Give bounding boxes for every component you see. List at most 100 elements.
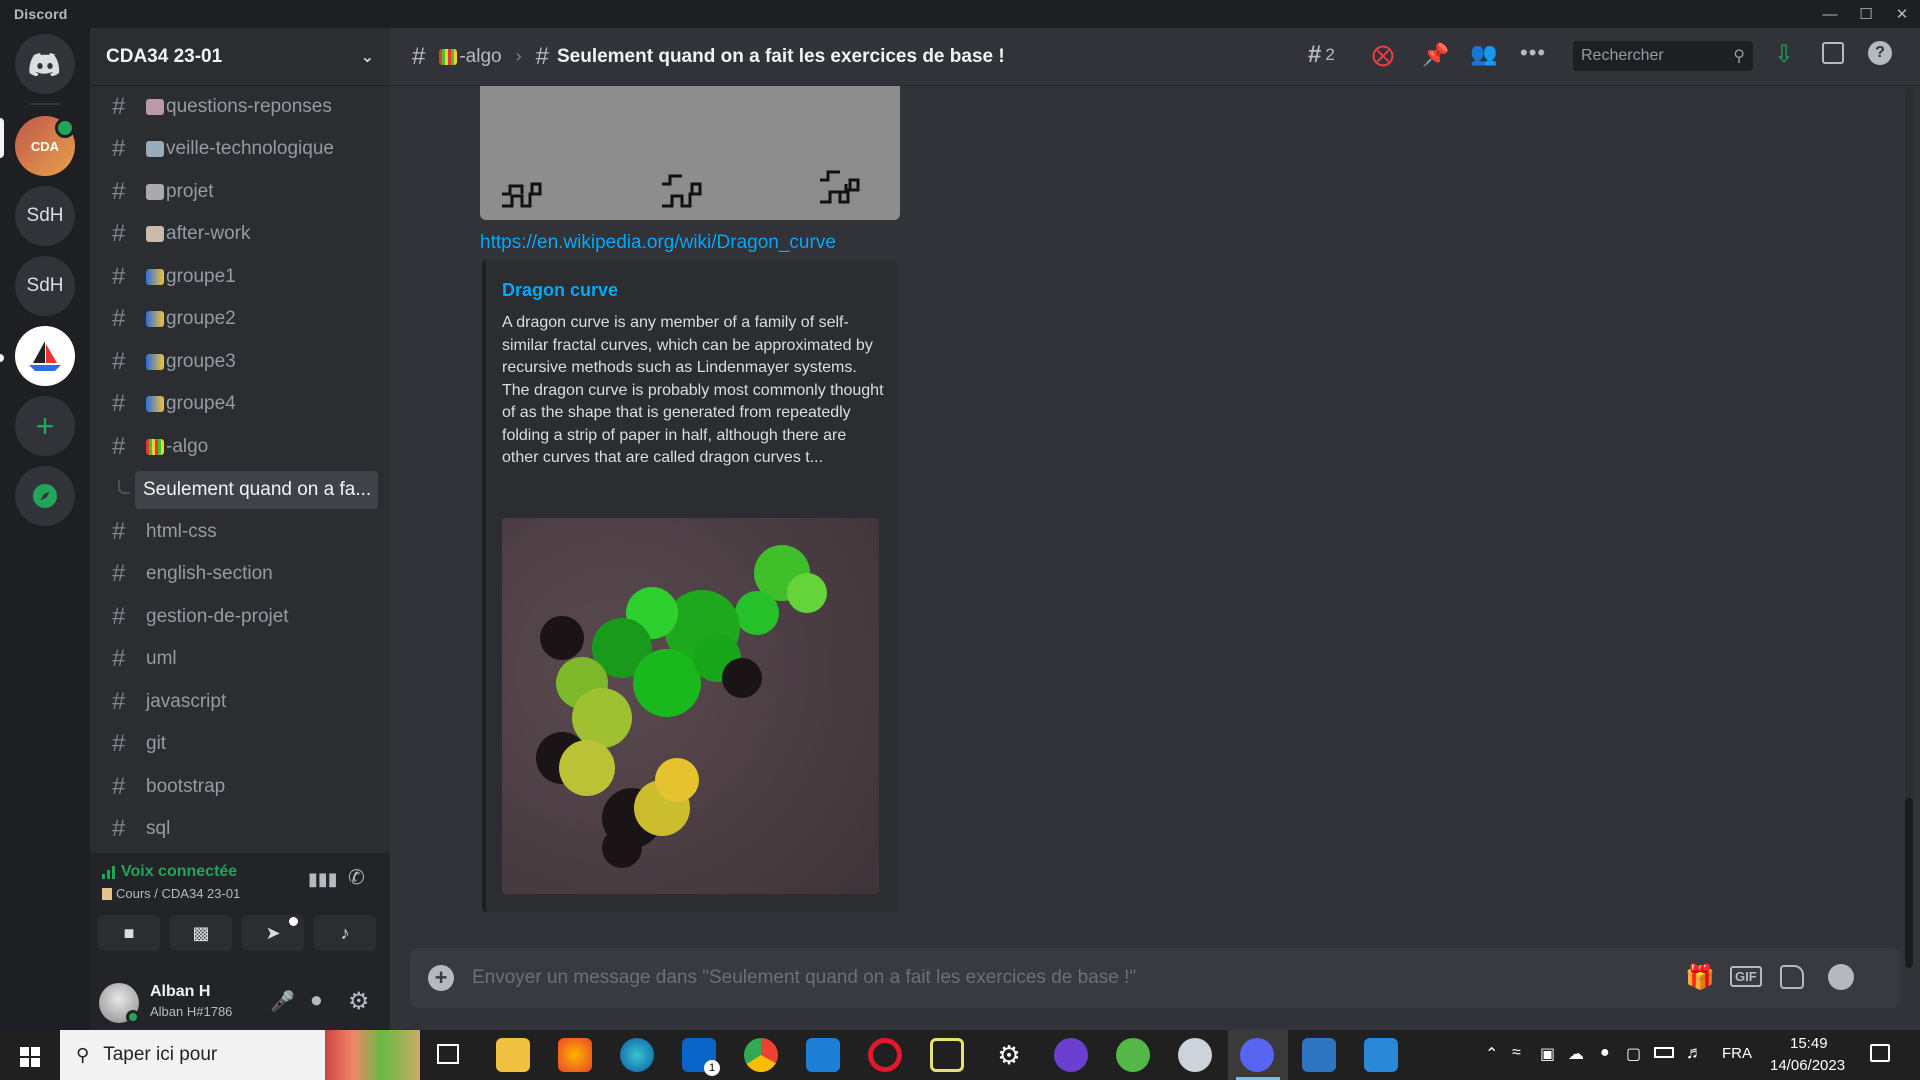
message-composer[interactable]: + Envoyer un message dans "Seulement qua… (410, 948, 1900, 1008)
channel-questions-reponses[interactable]: # questions-reponses (102, 88, 388, 126)
task-view-icon[interactable] (437, 1044, 459, 1064)
windows-start-icon[interactable] (20, 1047, 40, 1067)
channel-bootstrap[interactable]: # bootstrap (102, 768, 388, 806)
help-icon[interactable]: ? (1868, 41, 1892, 65)
message-input[interactable]: Envoyer un message dans "Seulement quand… (472, 967, 1136, 989)
minimize-button[interactable]: — (1812, 0, 1848, 28)
server-icon-boat[interactable] (15, 326, 75, 386)
dragon-curve-image[interactable] (502, 518, 879, 894)
microphone-icon[interactable]: 🎤 (270, 989, 295, 1014)
app-icon[interactable] (930, 1038, 964, 1072)
headphones-icon[interactable]: ⚫ (308, 989, 325, 1014)
screen-share-button[interactable]: ▩ (170, 915, 232, 951)
channel-groupe3[interactable]: # groupe3 (102, 343, 388, 381)
channel-groupe2[interactable]: # groupe2 (102, 300, 388, 338)
close-button[interactable]: ✕ (1884, 0, 1920, 28)
maximize-button[interactable]: ☐ (1848, 0, 1884, 28)
threads-button[interactable]: # 2 (1308, 41, 1335, 69)
dragon-sequence-image[interactable] (480, 86, 900, 220)
explore-icon[interactable] (15, 466, 75, 526)
channel-sidebar: CDA34 23-01 ⌄ # questions-reponses # veill… (90, 28, 390, 1030)
show-hidden-icons[interactable]: ⌃ (1485, 1044, 1498, 1064)
taskbar-search-input[interactable]: ⚲ Taper ici pour (60, 1030, 420, 1080)
server-icon-sdh[interactable]: SdH (15, 186, 75, 246)
notifications-icon[interactable] (1870, 1044, 1890, 1062)
soundboard-button[interactable]: ♪ (314, 915, 376, 951)
edge-icon[interactable] (620, 1038, 654, 1072)
gift-icon[interactable]: 🎁 (1685, 963, 1715, 992)
add-server-icon[interactable]: + (15, 396, 75, 456)
channel-sql[interactable]: # sql (102, 810, 388, 848)
vscode-icon[interactable] (806, 1038, 840, 1072)
opera-icon[interactable] (868, 1038, 902, 1072)
signal-icon[interactable] (102, 865, 115, 879)
channel-git[interactable]: # git (102, 725, 388, 763)
clock-time[interactable]: 15:49 (1790, 1035, 1828, 1052)
voice-status-panel: Voix connectée Cours / CDA34 23-01 ▮▮▮ ✆ (90, 853, 390, 973)
channel-projet[interactable]: # projet (102, 173, 388, 211)
server-list: CDA SdH SdH + (0, 28, 90, 1030)
disconnect-icon[interactable]: ✆ (348, 865, 365, 890)
voice-channel-link[interactable]: Cours / CDA34 23-01 (116, 886, 240, 901)
channel-uml[interactable]: # uml (102, 640, 388, 678)
mail-icon[interactable]: 1 (682, 1038, 720, 1076)
volume-icon[interactable]: ♬ (1686, 1043, 1703, 1063)
channel-after-work[interactable]: # after-work (102, 215, 388, 253)
scrollbar-thumb[interactable] (1905, 798, 1913, 968)
photos-icon[interactable] (1364, 1038, 1398, 1072)
discord-home-icon[interactable] (15, 34, 75, 94)
search-input[interactable]: Rechercher ⚲ (1573, 41, 1753, 71)
channel-html-css[interactable]: # html-css (102, 513, 388, 551)
download-icon[interactable]: ⇩ (1774, 40, 1794, 69)
chrome-icon[interactable] (744, 1038, 778, 1072)
channel-groupe4[interactable]: # groupe4 (102, 385, 388, 423)
firefox-icon[interactable] (558, 1038, 592, 1072)
noise-suppression-icon[interactable]: ▮▮▮ (308, 869, 338, 890)
channel-veille-technologique[interactable]: # veille-technologique (102, 130, 388, 168)
hashtag-icon: # (112, 603, 126, 630)
emoji-icon[interactable] (1828, 964, 1854, 990)
scrollbar[interactable] (1905, 88, 1913, 968)
app-icon-3[interactable] (1302, 1038, 1336, 1072)
clock-date[interactable]: 14/06/2023 (1770, 1057, 1845, 1074)
camera-button[interactable]: ■ (98, 915, 160, 951)
pin-icon[interactable]: 📌 (1422, 42, 1449, 68)
microphone-tray-icon[interactable]: ● (1600, 1044, 1610, 1062)
embed-title[interactable]: Dragon curve (502, 280, 618, 301)
language-indicator[interactable]: FRA (1722, 1045, 1752, 1062)
sticker-icon[interactable] (1780, 965, 1804, 989)
thread-seulement-quand[interactable]: Seulement quand on a fa... (135, 471, 378, 509)
more-options-icon[interactable]: ••• (1520, 40, 1546, 66)
battery-icon[interactable] (1654, 1047, 1674, 1058)
settings-icon[interactable]: ⚙ (992, 1038, 1026, 1072)
channel-gestion-de-projet[interactable]: # gestion-de-projet (102, 598, 388, 636)
parent-channel-link[interactable]: -algo (459, 46, 501, 68)
display-icon[interactable]: ▢ (1626, 1044, 1641, 1064)
wikipedia-link[interactable]: https://en.wikipedia.org/wiki/Dragon_cur… (480, 232, 836, 254)
inbox-icon[interactable] (1822, 42, 1844, 64)
file-explorer-icon[interactable] (496, 1038, 530, 1072)
members-icon[interactable]: 👥 (1470, 41, 1497, 67)
settings-gear-icon[interactable]: ⚙ (348, 987, 370, 1016)
channel-label: groupe4 (166, 393, 236, 414)
gif-button[interactable]: GIF (1730, 966, 1762, 987)
wifi-icon[interactable]: ≈ (1512, 1044, 1521, 1062)
app-icon-2[interactable] (1178, 1038, 1212, 1072)
channel-label: git (146, 733, 167, 754)
channel-english-section[interactable]: # english-section (102, 555, 388, 593)
mute-notifications-icon[interactable]: ⨂ (1372, 42, 1394, 68)
server-header[interactable]: CDA34 23-01 ⌄ (90, 28, 390, 86)
add-attachment-icon[interactable]: + (428, 965, 454, 991)
channel-algo[interactable]: # -algo (102, 428, 388, 466)
channel-javascript[interactable]: # javascript (102, 683, 388, 721)
user-name[interactable]: Alban H (150, 983, 210, 1001)
cloud-icon[interactable]: ☁ (1568, 1044, 1584, 1064)
mask-app-icon[interactable] (1054, 1038, 1088, 1072)
camera-tray-icon[interactable]: ▣ (1540, 1044, 1555, 1064)
activity-button[interactable]: ➤ (242, 915, 304, 951)
utorrent-icon[interactable] (1116, 1038, 1150, 1072)
channel-groupe1[interactable]: # groupe1 (102, 258, 388, 296)
discord-taskbar-icon[interactable] (1240, 1038, 1274, 1072)
server-icon-sdh-2[interactable]: SdH (15, 256, 75, 316)
laptop-icon (146, 141, 164, 157)
